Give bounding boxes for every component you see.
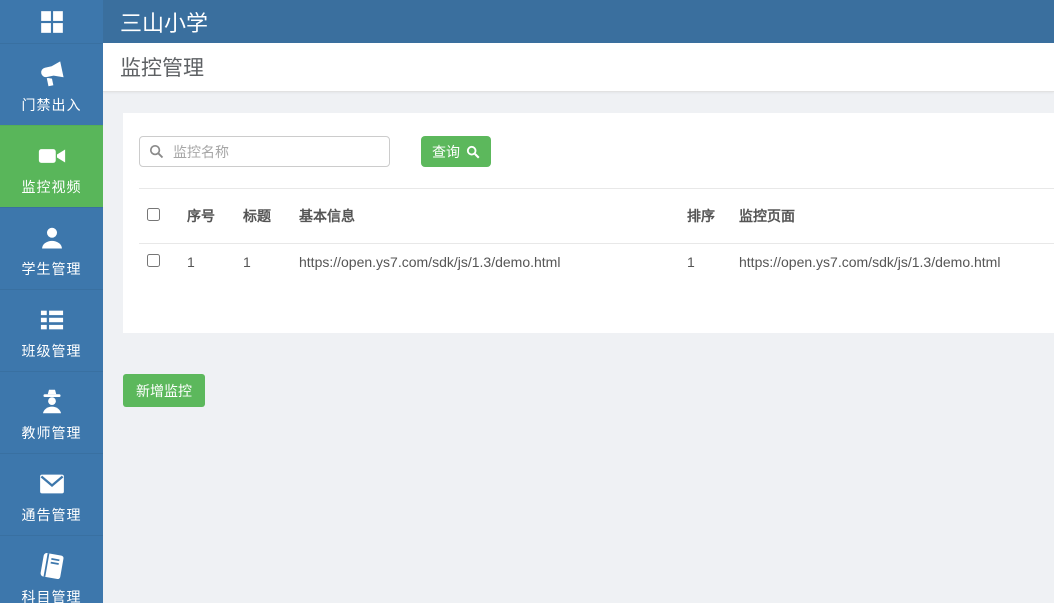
video-camera-icon [37,140,67,172]
teacher-icon [37,386,67,418]
sidebar-item-notice-mgmt[interactable]: 通告管理 [0,453,103,535]
sidebar-item-label: 通告管理 [22,505,82,525]
monitor-panel: 查询 序号 [123,113,1054,333]
row-checkbox[interactable] [147,254,160,267]
sidebar-item-label: 学生管理 [22,259,82,279]
sidebar-item-student-mgmt[interactable]: 学生管理 [0,207,103,289]
book-icon [37,550,67,582]
monitor-table: 序号 标题 基本信息 排序 监控页面 1 1 https://open.ys7 [139,188,1054,276]
sidebar-item-door-access[interactable]: 门禁出入 [0,43,103,125]
col-header-info: 基本信息 [291,189,679,244]
sidebar-item-label: 科目管理 [22,587,82,603]
col-header-title: 标题 [235,189,291,244]
search-icon [149,144,164,159]
sidebar-item-label: 门禁出入 [22,95,82,115]
monitor-table-wrap: 序号 标题 基本信息 排序 监控页面 1 1 https://open.ys7 [139,188,1054,276]
query-button-label: 查询 [432,142,460,162]
content-area: 查询 序号 [103,92,1054,603]
envelope-icon [37,468,67,500]
sidebar-item-subject-mgmt[interactable]: 科目管理 [0,535,103,603]
cell-title: 1 [235,244,291,277]
app-window: 门禁出入 监控视频 学生管理 [0,0,1054,603]
cell-no: 1 [179,244,235,277]
search-input[interactable] [139,136,390,167]
cell-page: https://open.ys7.com/sdk/js/1.3/demo.htm… [731,244,1054,277]
select-all-checkbox[interactable] [147,208,160,221]
sidebar-logo[interactable] [0,0,103,43]
sidebar-item-teacher-mgmt[interactable]: 教师管理 [0,371,103,453]
list-icon [38,304,66,336]
table-row: 1 1 https://open.ys7.com/sdk/js/1.3/demo… [139,244,1054,277]
sidebar-nav: 门禁出入 监控视频 学生管理 [0,43,103,603]
user-icon [38,222,66,254]
col-header-no: 序号 [179,189,235,244]
megaphone-icon [37,58,67,90]
sidebar-item-label: 班级管理 [22,341,82,361]
search-row: 查询 [139,136,1054,167]
page-header: 监控管理 [103,43,1054,92]
app-title: 三山小学 [120,6,208,38]
col-header-sort: 排序 [679,189,731,244]
search-icon [466,145,480,159]
table-header-row: 序号 标题 基本信息 排序 监控页面 [139,189,1054,244]
add-monitor-button[interactable]: 新增监控 [123,374,205,407]
sidebar-item-label: 监控视频 [22,177,82,197]
grid-icon [39,9,65,35]
sidebar: 门禁出入 监控视频 学生管理 [0,0,103,603]
cell-sort: 1 [679,244,731,277]
col-header-page: 监控页面 [731,189,1054,244]
topbar: 三山小学 [103,0,1054,43]
query-button[interactable]: 查询 [421,136,491,167]
search-box [139,136,390,167]
cell-info: https://open.ys7.com/sdk/js/1.3/demo.htm… [291,244,679,277]
sidebar-item-label: 教师管理 [22,423,82,443]
sidebar-item-monitor-video[interactable]: 监控视频 [0,125,103,207]
page-title: 监控管理 [120,52,204,82]
sidebar-item-class-mgmt[interactable]: 班级管理 [0,289,103,371]
